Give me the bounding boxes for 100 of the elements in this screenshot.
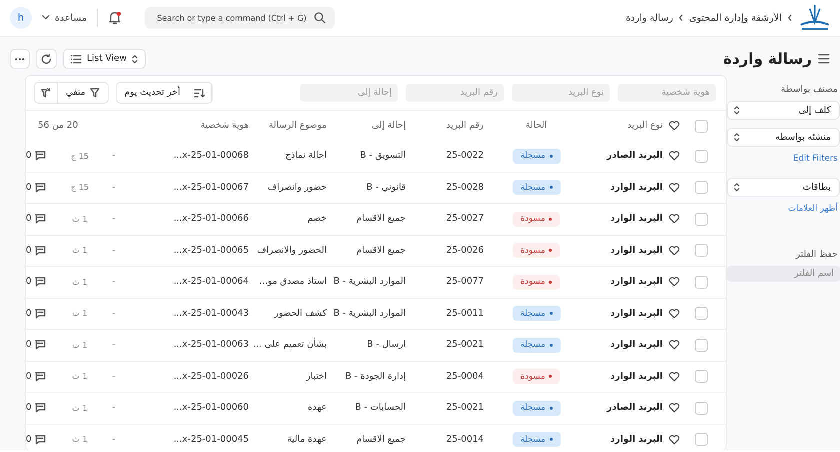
user-avatar[interactable]: h <box>10 7 32 29</box>
mail-type: البريد الوارد <box>610 182 663 193</box>
page-title: رسالة واردة <box>723 50 812 68</box>
checkbox[interactable] <box>695 370 708 384</box>
clear-filter-button[interactable] <box>35 83 58 103</box>
checkbox[interactable] <box>695 181 708 194</box>
column-header: إحالة إلى <box>372 121 406 131</box>
mail-number: 25-0004 <box>446 372 484 382</box>
sort-caret-icon <box>734 183 740 192</box>
checkbox[interactable] <box>695 120 708 132</box>
select-dropdown[interactable]: بطاقات <box>727 178 840 197</box>
filter-field[interactable]: رقم البريد <box>406 84 504 102</box>
select-dropdown[interactable]: كلف إلى <box>727 101 840 120</box>
breadcrumb-link[interactable]: رسالة واردة <box>626 12 674 24</box>
breadcrumb-link[interactable]: الأرشفة وإدارة المحتوى <box>689 12 782 24</box>
personal-id: ...x-25-01-00043 <box>174 308 249 319</box>
mail-type: البريد الوارد <box>610 340 663 350</box>
company-logo-icon[interactable] <box>798 3 832 33</box>
checkbox[interactable] <box>695 307 708 320</box>
referral-text: ارسال - B <box>367 340 406 350</box>
column-header: رقم البريد <box>446 121 484 131</box>
comment-count[interactable]: 0 <box>26 308 46 319</box>
comment-count[interactable]: 0 <box>26 434 46 445</box>
checkbox[interactable] <box>695 276 708 289</box>
filter-field[interactable]: هوية شخصية <box>618 84 716 102</box>
heart-icon[interactable] <box>669 340 680 350</box>
comment-count[interactable]: 0 <box>26 372 46 382</box>
refresh-button[interactable] <box>36 49 57 69</box>
mail-number: 25-0028 <box>446 182 484 193</box>
comment-icon <box>34 277 46 288</box>
checkbox[interactable] <box>695 150 708 163</box>
sort-icon <box>194 88 206 98</box>
heart-icon[interactable] <box>669 434 680 445</box>
mail-type: البريد الوارد <box>610 277 663 288</box>
mail-type: البريد الوارد <box>610 214 663 224</box>
list-view-button[interactable]: List View <box>63 49 146 69</box>
personal-id: ...x-25-01-00063 <box>174 340 249 350</box>
mail-number: 25-0022 <box>446 151 484 162</box>
heart-icon[interactable] <box>669 403 680 414</box>
heart-icon[interactable] <box>669 151 680 162</box>
heart-icon[interactable] <box>669 214 680 224</box>
personal-id: ...x-25-01-00060 <box>174 403 249 414</box>
referral-text: الموارد البشرية - B <box>334 308 406 319</box>
subject-text: الحضور والانصراف <box>257 246 327 256</box>
mail-number: 25-0021 <box>446 340 484 350</box>
heart-icon[interactable] <box>669 246 680 256</box>
heart-icon[interactable] <box>669 372 680 382</box>
mail-type: البريد الصادر <box>607 403 663 414</box>
show-tags-link[interactable]: أظهر العلامات <box>727 204 840 214</box>
comment-count[interactable]: 0 <box>26 214 46 224</box>
column-header: هوية شخصية <box>200 121 249 131</box>
bell-icon[interactable] <box>108 11 122 25</box>
assigned-text: - <box>112 434 116 445</box>
sort-caret-icon <box>132 54 138 64</box>
personal-id: ...x-25-01-00045 <box>174 434 249 445</box>
heart-icon[interactable] <box>669 277 680 288</box>
checkbox[interactable] <box>695 212 708 226</box>
status-badge: مسودة <box>512 369 560 384</box>
edit-filters-link[interactable]: Edit Filters <box>727 154 840 164</box>
caret-icon <box>42 15 50 21</box>
referral-text: إدارة الجودة - B <box>345 372 406 382</box>
clear-filter-icon <box>41 88 51 98</box>
checkbox[interactable] <box>695 338 708 352</box>
heart-icon[interactable] <box>669 308 680 319</box>
mail-number: 25-0014 <box>446 434 484 445</box>
assigned-text: - <box>112 308 116 319</box>
subject-text: بشأن تعميم على ... <box>253 340 327 350</box>
checkbox[interactable] <box>695 433 708 446</box>
search-field[interactable]: Search or type a command (Ctrl + G) <box>145 7 335 29</box>
funnel-icon <box>90 88 100 98</box>
filter-name-field[interactable]: اسم الفلتر <box>727 266 840 282</box>
checkbox[interactable] <box>695 402 708 415</box>
menu-icon[interactable] <box>818 54 830 64</box>
subject-text: كشف الحضور <box>274 308 327 319</box>
comment-icon <box>34 403 46 414</box>
mail-type: البريد الوارد <box>610 434 663 445</box>
referral-text: جميع الاقسام <box>356 434 406 445</box>
checkbox[interactable] <box>695 244 708 258</box>
comment-count[interactable]: 0 <box>26 182 46 193</box>
heart-icon[interactable] <box>669 182 680 193</box>
help-dropdown[interactable]: مساعدة <box>42 12 88 24</box>
comment-count[interactable]: 0 <box>26 151 46 162</box>
comment-count[interactable]: 0 <box>26 403 46 414</box>
assigned-text: - <box>112 372 116 382</box>
more-button[interactable] <box>10 49 30 69</box>
comment-icon <box>34 246 46 256</box>
comment-count[interactable]: 0 <box>26 246 46 256</box>
mail-number: 25-0026 <box>446 246 484 256</box>
chevron-icon <box>679 15 684 21</box>
record-count: 20 من 56 <box>38 121 78 131</box>
more-icon <box>15 58 25 60</box>
referral-text: جميع الاقسام <box>356 214 406 224</box>
referral-text: الموارد البشرية - B <box>334 277 406 288</box>
filter-field[interactable]: إحالة إلى <box>300 84 398 102</box>
comment-count[interactable]: 0 <box>26 277 46 288</box>
filter-field[interactable]: نوع البريد <box>512 84 610 102</box>
select-dropdown[interactable]: منشئه بواسطه <box>727 128 840 147</box>
comment-count[interactable]: 0 <box>26 340 46 350</box>
timestamp: 1 ث <box>72 246 88 256</box>
personal-id: ...x-25-01-00026 <box>174 372 249 382</box>
